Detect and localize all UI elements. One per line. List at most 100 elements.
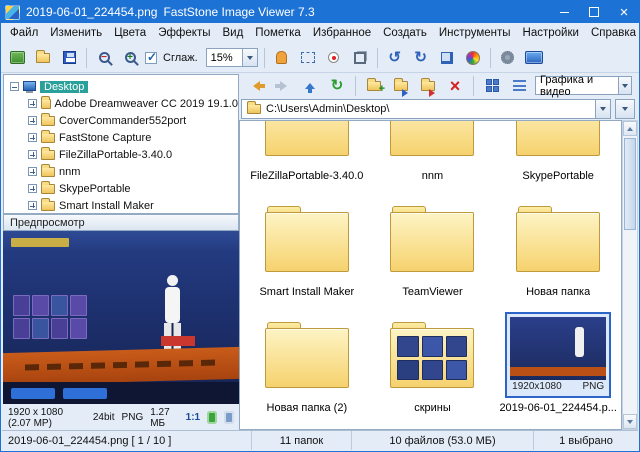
- grid-item-folder[interactable]: nnm: [370, 120, 496, 185]
- menu-view[interactable]: Вид: [216, 25, 249, 41]
- crop-icon[interactable]: [349, 47, 371, 69]
- folder-icon: [41, 116, 55, 126]
- tree-item-folder[interactable]: Smart Install Maker: [4, 197, 238, 214]
- maximize-button[interactable]: [579, 1, 609, 23]
- open-folder-icon[interactable]: [32, 47, 54, 69]
- menu-file[interactable]: Файл: [4, 25, 44, 41]
- zoom-dropdown-icon[interactable]: [242, 49, 257, 66]
- preview-bottom-bar: [3, 382, 239, 404]
- select-tool-icon[interactable]: [297, 47, 319, 69]
- red-eye-icon[interactable]: [323, 47, 345, 69]
- menu-colors[interactable]: Цвета: [108, 25, 152, 41]
- file-browser-grid: FileZillaPortable-3.40.0 nnm SkypePortab…: [239, 120, 622, 430]
- up-folder-icon[interactable]: [299, 75, 321, 97]
- rotate-right-icon[interactable]: [410, 47, 432, 69]
- zoom-in-icon[interactable]: [119, 47, 141, 69]
- thumbnail-view-icon[interactable]: [481, 75, 503, 97]
- toolbar-separator: [355, 76, 356, 96]
- forward-icon[interactable]: [272, 75, 294, 97]
- expand-icon[interactable]: [28, 133, 37, 142]
- hand-tool-icon[interactable]: [271, 47, 293, 69]
- toolbar-separator: [473, 76, 474, 96]
- item-label: скрины: [414, 402, 451, 417]
- zoom-combo[interactable]: 15%: [206, 48, 258, 67]
- expand-icon[interactable]: [28, 116, 37, 125]
- menu-create[interactable]: Создать: [377, 25, 433, 41]
- menu-effects[interactable]: Эффекты: [152, 25, 216, 41]
- expand-icon[interactable]: [28, 99, 37, 108]
- status-selected-count: 1 выбрано: [534, 431, 638, 450]
- file-filter-value: Графика и видео: [540, 74, 618, 98]
- menu-settings[interactable]: Настройки: [517, 25, 585, 41]
- app-window: 2019-06-01_224454.png FastStone Image Vi…: [0, 0, 640, 452]
- tree-item-folder[interactable]: CoverCommander552port: [4, 112, 238, 129]
- menu-edit[interactable]: Изменить: [44, 25, 108, 41]
- rotate-left-icon[interactable]: [384, 47, 406, 69]
- save-icon[interactable]: [58, 47, 80, 69]
- app-logo-icon: [5, 5, 20, 20]
- address-bar: C:\Users\Admin\Desktop\: [241, 98, 635, 120]
- menu-tools[interactable]: Инструменты: [433, 25, 517, 41]
- resize-icon[interactable]: [436, 47, 458, 69]
- tree-item-folder[interactable]: SkypePortable: [4, 180, 238, 197]
- copy-to-folder-icon[interactable]: [390, 75, 412, 97]
- expand-icon[interactable]: [28, 167, 37, 176]
- new-folder-icon[interactable]: [363, 75, 385, 97]
- minimize-button[interactable]: [549, 1, 579, 23]
- grid-item-folder[interactable]: Новая папка: [495, 189, 621, 301]
- file-filter-combo[interactable]: Графика и видео: [535, 76, 632, 95]
- scroll-up-icon[interactable]: [623, 121, 637, 136]
- preview-blue-button: [63, 388, 107, 399]
- status-bar: 2019-06-01_224454.png [ 1 / 10 ] 11 папо…: [2, 430, 638, 450]
- menu-help[interactable]: Справка: [585, 25, 640, 41]
- status-current-file: 2019-06-01_224454.png [ 1 / 10 ]: [2, 431, 252, 450]
- file-explorer-icon[interactable]: [6, 47, 28, 69]
- preview-image[interactable]: [3, 231, 239, 404]
- move-to-folder-icon[interactable]: [417, 75, 439, 97]
- collapse-icon[interactable]: [10, 82, 19, 91]
- toolbar-separator: [377, 48, 378, 68]
- menu-tag[interactable]: Пометка: [249, 25, 307, 41]
- back-icon[interactable]: [245, 75, 267, 97]
- tree-item-folder[interactable]: FileZillaPortable-3.40.0: [4, 146, 238, 163]
- scrollbar-thumb[interactable]: [624, 138, 636, 230]
- auto-fit-icon[interactable]: [207, 411, 217, 424]
- image-thumbnail: [510, 317, 606, 380]
- filter-dropdown-icon[interactable]: [618, 77, 632, 94]
- vertical-scrollbar[interactable]: [622, 120, 638, 430]
- titlebar[interactable]: 2019-06-01_224454.png FastStone Image Vi…: [1, 1, 639, 23]
- grid-item-folder[interactable]: Smart Install Maker: [244, 189, 370, 301]
- grid-item-folder-with-thumbnails[interactable]: скрины: [370, 305, 496, 417]
- address-input[interactable]: C:\Users\Admin\Desktop\: [241, 99, 611, 119]
- menu-favorites[interactable]: Избранное: [307, 25, 377, 41]
- info-dimensions: 1920 x 1080 (2.07 MP): [8, 407, 86, 429]
- scroll-down-icon[interactable]: [623, 414, 637, 429]
- grid-item-folder[interactable]: SkypePortable: [495, 120, 621, 185]
- grid-item-folder[interactable]: TeamViewer: [370, 189, 496, 301]
- preview-options-icon[interactable]: [224, 411, 234, 424]
- palette-icon[interactable]: [462, 47, 484, 69]
- folder-icon: [247, 104, 261, 114]
- tree-item-desktop[interactable]: Desktop: [4, 78, 238, 95]
- smooth-checkbox[interactable]: [145, 52, 157, 64]
- delete-icon[interactable]: [444, 75, 466, 97]
- preview-title: Предпросмотр: [10, 217, 85, 229]
- settings-gear-icon[interactable]: [497, 47, 519, 69]
- grid-item-folder[interactable]: Новая папка (2): [244, 305, 370, 417]
- tree-item-folder[interactable]: FastStone Capture: [4, 129, 238, 146]
- list-view-icon[interactable]: [508, 75, 530, 97]
- refresh-icon[interactable]: [326, 75, 348, 97]
- tree-item-folder[interactable]: Adobe Dreamweaver CC 2019 19.1.0: [4, 95, 238, 112]
- expand-icon[interactable]: [28, 201, 37, 210]
- quick-access-button[interactable]: [615, 99, 635, 119]
- expand-icon[interactable]: [28, 184, 37, 193]
- close-button[interactable]: [609, 1, 639, 23]
- grid-item-image-selected[interactable]: 1920x1080 PNG 2019-06-01_224454.p...: [495, 305, 621, 417]
- fullscreen-icon[interactable]: [523, 47, 545, 69]
- zoom-out-icon[interactable]: [93, 47, 115, 69]
- tree-item-folder[interactable]: nnm: [4, 163, 238, 180]
- title-appname: FastStone Image Viewer 7.3: [163, 5, 314, 19]
- address-dropdown-icon[interactable]: [595, 100, 610, 118]
- expand-icon[interactable]: [28, 150, 37, 159]
- grid-item-folder[interactable]: FileZillaPortable-3.40.0: [244, 120, 370, 185]
